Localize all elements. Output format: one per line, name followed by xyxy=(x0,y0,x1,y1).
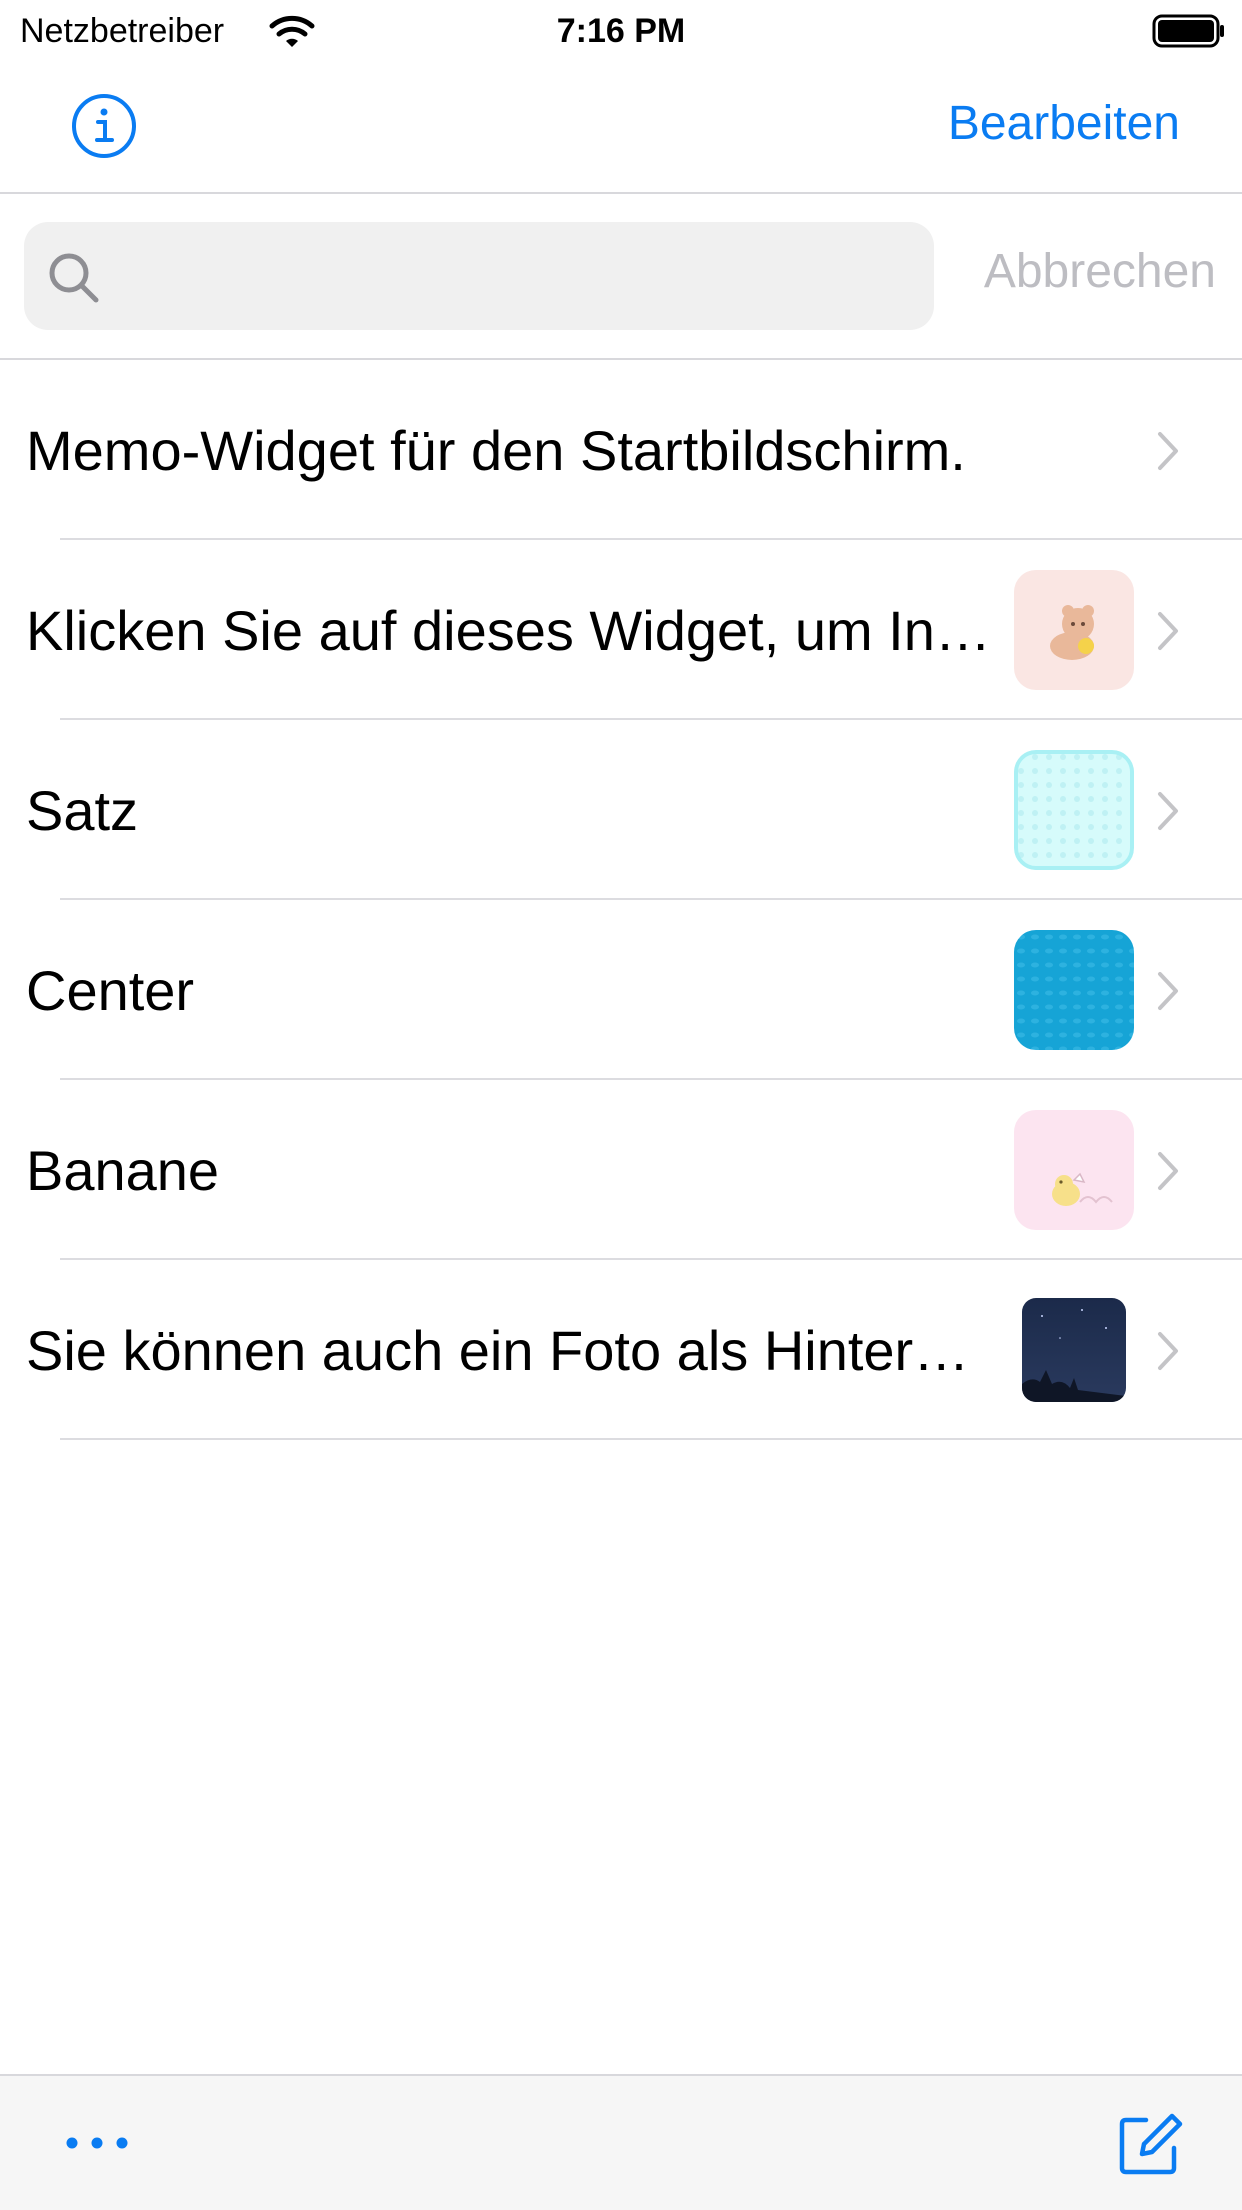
status-bar: Netzbetreiber 7:16 PM xyxy=(0,0,1242,62)
list-item-title: Klicken Sie auf dieses Widget, um In… xyxy=(26,599,991,662)
list-item[interactable]: Satz xyxy=(0,720,1242,900)
list-item[interactable]: Center xyxy=(0,900,1242,1080)
cancel-button[interactable]: Abbrechen xyxy=(984,244,1216,299)
list-item[interactable]: Banane xyxy=(0,1080,1242,1260)
chevron-right-icon xyxy=(1158,1332,1178,1370)
list-item-title: Memo-Widget für den Startbildschirm. xyxy=(26,419,966,482)
battery-full-icon xyxy=(1152,14,1224,48)
bottom-toolbar xyxy=(0,2074,1242,2210)
blue-pattern-thumbnail xyxy=(1014,930,1134,1050)
chevron-right-icon xyxy=(1158,432,1178,470)
chevron-right-icon xyxy=(1158,612,1178,650)
magnifier-icon xyxy=(49,253,99,303)
navigation-bar: Bearbeiten xyxy=(0,62,1242,194)
list-item[interactable]: Sie können auch ein Foto als Hintergr… xyxy=(0,1260,1242,1440)
compose-icon[interactable] xyxy=(1116,2110,1184,2178)
row-separator xyxy=(60,1438,1242,1440)
chick-thumbnail xyxy=(1014,1110,1134,1230)
light-cyan-pattern-thumbnail xyxy=(1014,750,1134,870)
ellipsis-icon[interactable] xyxy=(62,2128,132,2158)
memo-list: Memo-Widget für den Startbildschirm. Kli… xyxy=(0,360,1242,1440)
night-sky-photo-thumbnail xyxy=(1022,1298,1126,1402)
search-row: Abbrechen xyxy=(0,194,1242,360)
list-item[interactable]: Klicken Sie auf dieses Widget, um In… xyxy=(0,540,1242,720)
search-field[interactable] xyxy=(24,222,934,330)
chevron-right-icon xyxy=(1158,792,1178,830)
chevron-right-icon xyxy=(1158,972,1178,1010)
clock: 7:16 PM xyxy=(556,12,686,50)
info-circle-icon[interactable] xyxy=(70,92,138,160)
search-input[interactable] xyxy=(114,242,918,312)
list-item-title: Center xyxy=(26,959,195,1022)
chevron-right-icon xyxy=(1158,1152,1178,1190)
bear-thumbnail xyxy=(1014,570,1134,690)
list-item-title: Sie können auch ein Foto als Hintergr… xyxy=(26,1319,996,1382)
list-item-title: Banane xyxy=(26,1139,220,1202)
list-item[interactable]: Memo-Widget für den Startbildschirm. xyxy=(0,360,1242,540)
list-item-title: Satz xyxy=(26,779,139,842)
edit-button[interactable]: Bearbeiten xyxy=(948,96,1180,151)
